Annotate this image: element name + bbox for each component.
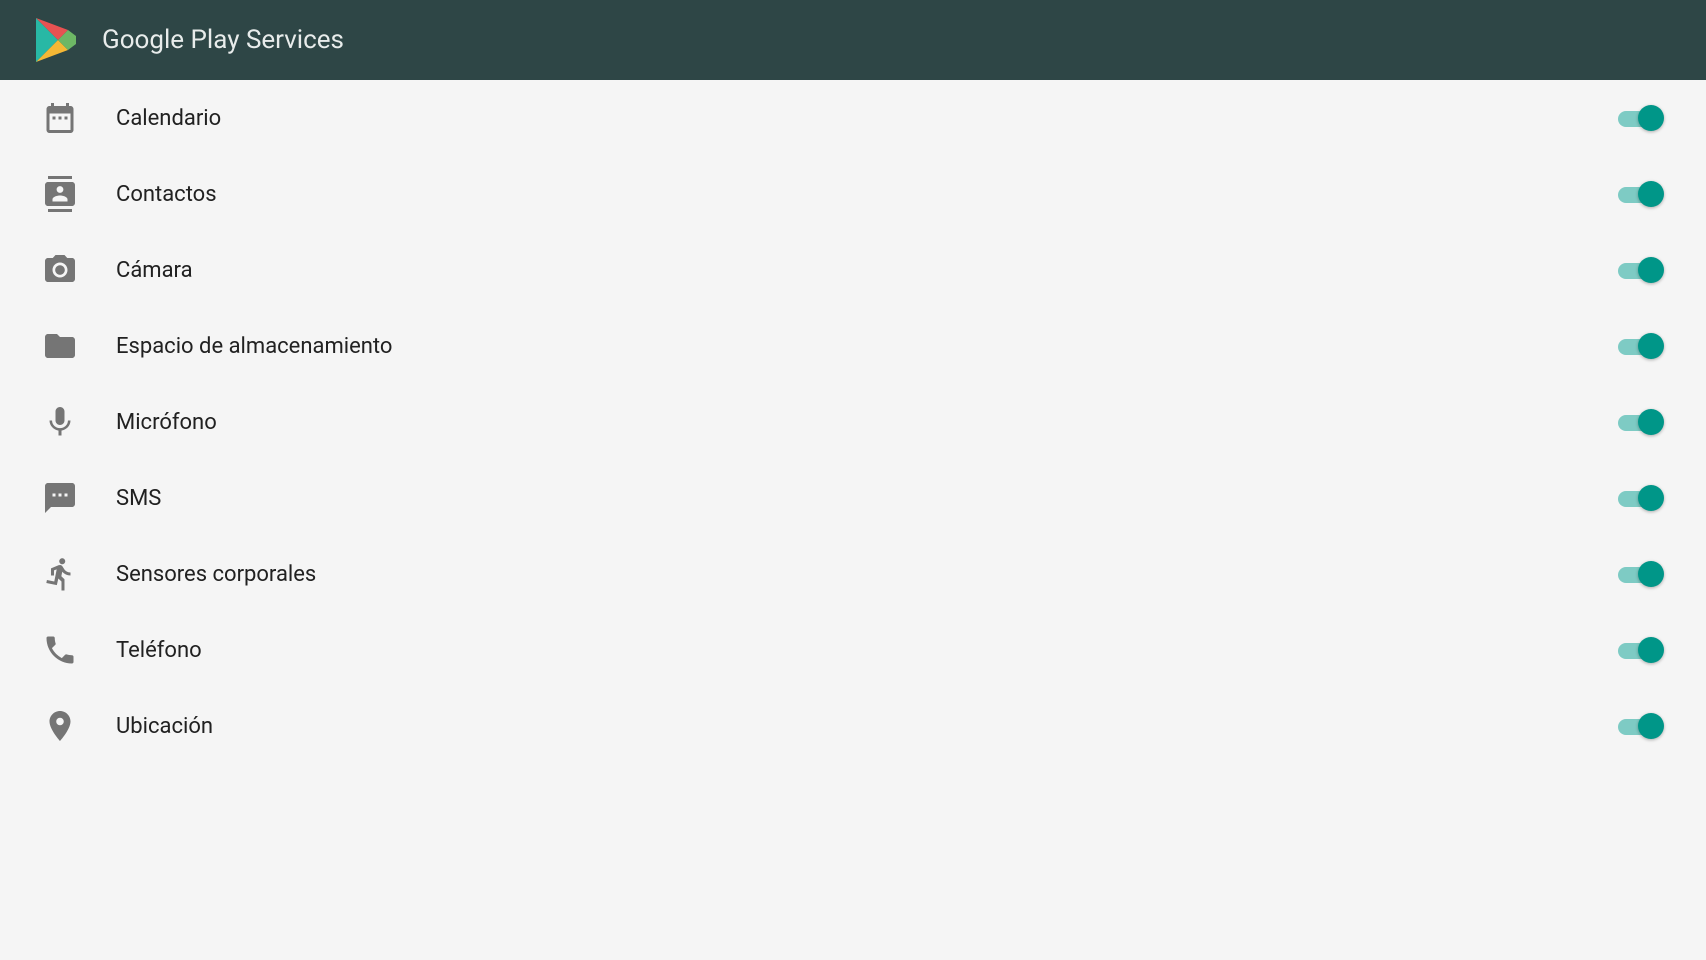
phone-icon — [40, 630, 80, 670]
permission-row-calendar[interactable]: Calendario — [0, 80, 1706, 156]
body-sensors-icon — [40, 554, 80, 594]
permissions-list: Calendario Contactos Cámara Espacio de a… — [0, 80, 1706, 764]
permission-label: Ubicación — [116, 714, 1618, 739]
permission-row-body-sensors[interactable]: Sensores corporales — [0, 536, 1706, 612]
permission-row-storage[interactable]: Espacio de almacenamiento — [0, 308, 1706, 384]
header-title: Google Play Services — [102, 25, 344, 55]
location-toggle[interactable] — [1618, 712, 1666, 740]
location-icon — [40, 706, 80, 746]
app-header: Google Play Services — [0, 0, 1706, 80]
contacts-toggle[interactable] — [1618, 180, 1666, 208]
storage-toggle[interactable] — [1618, 332, 1666, 360]
permission-row-camera[interactable]: Cámara — [0, 232, 1706, 308]
calendar-toggle[interactable] — [1618, 104, 1666, 132]
permission-label: Contactos — [116, 182, 1618, 207]
permission-label: SMS — [116, 486, 1618, 511]
sms-icon — [40, 478, 80, 518]
permission-label: Cámara — [116, 258, 1618, 283]
permission-label: Espacio de almacenamiento — [116, 334, 1618, 359]
microphone-toggle[interactable] — [1618, 408, 1666, 436]
permission-label: Calendario — [116, 106, 1618, 131]
phone-toggle[interactable] — [1618, 636, 1666, 664]
sms-toggle[interactable] — [1618, 484, 1666, 512]
calendar-icon — [40, 98, 80, 138]
contacts-icon — [40, 174, 80, 214]
permission-row-contacts[interactable]: Contactos — [0, 156, 1706, 232]
camera-icon — [40, 250, 80, 290]
body-sensors-toggle[interactable] — [1618, 560, 1666, 588]
permission-row-sms[interactable]: SMS — [0, 460, 1706, 536]
microphone-icon — [40, 402, 80, 442]
play-services-icon — [30, 16, 78, 64]
folder-icon — [40, 326, 80, 366]
camera-toggle[interactable] — [1618, 256, 1666, 284]
permission-row-phone[interactable]: Teléfono — [0, 612, 1706, 688]
permission-row-microphone[interactable]: Micrófono — [0, 384, 1706, 460]
permission-label: Sensores corporales — [116, 562, 1618, 587]
permission-label: Teléfono — [116, 638, 1618, 663]
permission-label: Micrófono — [116, 410, 1618, 435]
permission-row-location[interactable]: Ubicación — [0, 688, 1706, 764]
